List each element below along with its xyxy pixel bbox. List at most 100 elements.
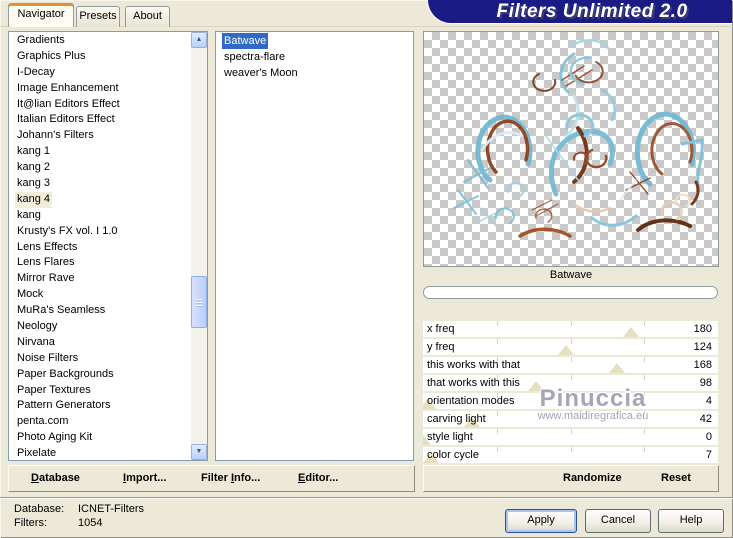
category-item[interactable]: Neology — [9, 319, 191, 335]
category-item[interactable]: Mock — [9, 287, 191, 303]
filter-label: weaver's Moon — [224, 67, 298, 79]
category-item[interactable]: Johann's Filters — [9, 128, 191, 144]
tab-presets[interactable]: Presets — [76, 6, 120, 27]
category-item[interactable]: Noise Filters — [9, 351, 191, 367]
category-item[interactable]: Image Enhancement — [9, 81, 191, 97]
category-label: Lens Effects — [17, 240, 78, 253]
param-row-carving-light[interactable]: carving light 42 — [423, 411, 718, 427]
category-item[interactable]: Mirror Rave — [9, 271, 191, 287]
editor-button[interactable]: Editor... — [298, 472, 338, 484]
database-button[interactable]: Database — [31, 472, 80, 484]
category-item[interactable]: Gradients — [9, 33, 191, 49]
category-label: kang 2 — [17, 161, 51, 174]
param-label: x freq — [427, 323, 455, 335]
scrollbar-thumb[interactable] — [191, 276, 207, 328]
import-button[interactable]: Import... — [123, 472, 166, 484]
category-scrollbar[interactable]: ▲ ▼ — [191, 32, 207, 460]
filter-item[interactable]: spectra-flare — [216, 49, 413, 65]
filter-item[interactable]: weaver's Moon — [216, 65, 413, 81]
filter-label: Batwave — [222, 33, 269, 49]
category-item[interactable]: Pattern Generators — [9, 398, 191, 414]
tick — [570, 321, 572, 326]
tab-label: Presets — [79, 10, 117, 22]
param-row-this-works-with-that[interactable]: this works with that 168 — [423, 357, 718, 373]
param-label: y freq — [427, 341, 455, 353]
tick — [570, 339, 572, 344]
parameter-panel: x freq 180 y freq 124 this works with th… — [423, 321, 718, 463]
param-row-x-freq[interactable]: x freq 180 — [423, 321, 718, 337]
reset-button[interactable]: Reset — [661, 472, 691, 484]
category-item[interactable]: Lens Effects — [9, 240, 191, 256]
randomize-button[interactable]: Randomize — [563, 472, 622, 484]
param-value: 0 — [705, 431, 712, 443]
param-label: orientation modes — [427, 395, 515, 407]
filter-item-selected[interactable]: Batwave — [216, 33, 413, 49]
category-item[interactable]: kang — [9, 208, 191, 224]
param-row-that-works-with-this[interactable]: that works with this 98 — [423, 375, 718, 391]
category-item[interactable]: MuRa's Seamless — [9, 303, 191, 319]
param-value: 4 — [705, 395, 712, 407]
apply-button[interactable]: Apply — [505, 509, 577, 533]
category-label: penta.com — [17, 415, 69, 428]
category-label: kang — [17, 208, 41, 221]
tab-label: Navigator — [17, 8, 65, 20]
category-item[interactable]: Lens Flares — [9, 255, 191, 271]
category-item[interactable]: kang 3 — [9, 176, 191, 192]
scroll-down-icon[interactable]: ▼ — [191, 444, 207, 460]
category-label: kang 3 — [17, 177, 51, 190]
category-label: Mock — [17, 288, 44, 301]
tab-navigator[interactable]: Navigator — [8, 3, 74, 27]
category-label: Nirvana — [17, 335, 55, 348]
param-label: this works with that — [427, 359, 520, 371]
category-item-highlighted[interactable]: kang 4 — [9, 191, 191, 208]
category-item[interactable]: Nirvana — [9, 335, 191, 351]
category-item[interactable]: Paper Textures — [9, 383, 191, 399]
help-button[interactable]: Help — [658, 509, 724, 533]
category-item[interactable]: Graphics Plus — [9, 49, 191, 65]
param-row-y-freq[interactable]: y freq 124 — [423, 339, 718, 355]
status-database-label: Database: — [14, 503, 65, 515]
category-item[interactable]: It@lian Editors Effect — [9, 97, 191, 113]
slider-thumb-triangle[interactable] — [558, 345, 575, 355]
category-item[interactable]: kang 1 — [9, 144, 191, 160]
category-label: kang 1 — [17, 145, 51, 158]
category-label: Paper Textures — [17, 383, 91, 396]
category-item[interactable]: Krusty's FX vol. I 1.0 — [9, 224, 191, 240]
cancel-button[interactable]: Cancel — [585, 509, 651, 533]
category-item[interactable]: kang 2 — [9, 160, 191, 176]
param-label: style light — [427, 431, 473, 443]
slider-thumb-triangle[interactable] — [623, 327, 640, 337]
category-label: Johann's Filters — [17, 129, 94, 142]
param-label: color cycle — [427, 449, 479, 461]
slider-thumb-triangle[interactable] — [528, 381, 545, 391]
filter-info-button[interactable]: Filter Info... — [201, 472, 260, 484]
category-item[interactable]: penta.com — [9, 414, 191, 430]
filter-preview[interactable] — [423, 31, 719, 267]
category-label: Neology — [17, 320, 58, 333]
tick — [570, 411, 572, 416]
param-value: 7 — [705, 449, 712, 461]
param-row-style-light[interactable]: style light 0 — [423, 429, 718, 445]
tab-about[interactable]: About — [125, 6, 170, 27]
category-item[interactable]: Pixelate — [9, 446, 191, 460]
category-item[interactable]: Italian Editors Effect — [9, 112, 191, 128]
slider-thumb-triangle[interactable] — [609, 363, 626, 373]
category-item[interactable]: I-Decay — [9, 65, 191, 81]
category-label: Mirror Rave — [17, 272, 75, 285]
param-value: 98 — [699, 377, 712, 389]
param-row-color-cycle[interactable]: color cycle 7 — [423, 447, 718, 463]
tick — [570, 375, 572, 380]
category-item[interactable]: Paper Backgrounds — [9, 367, 191, 383]
category-label: Photo Aging Kit — [17, 431, 93, 444]
status-filters-label: Filters: — [14, 517, 47, 529]
label-post: nfo... — [234, 472, 261, 484]
filter-listbox[interactable]: Batwave spectra-flare weaver's Moon — [215, 31, 414, 461]
param-row-orientation-modes[interactable]: orientation modes 4 — [423, 393, 718, 409]
scroll-up-icon[interactable]: ▲ — [191, 32, 207, 48]
category-listbox[interactable]: Gradients Graphics Plus I-Decay Image En… — [8, 31, 208, 461]
category-label: MuRa's Seamless — [17, 304, 106, 317]
category-item[interactable]: Photo Aging Kit — [9, 430, 191, 446]
status-filters-value: 1054 — [78, 517, 103, 529]
right-toolbar: Randomize Reset — [423, 465, 719, 492]
label-accel: D — [31, 472, 39, 484]
